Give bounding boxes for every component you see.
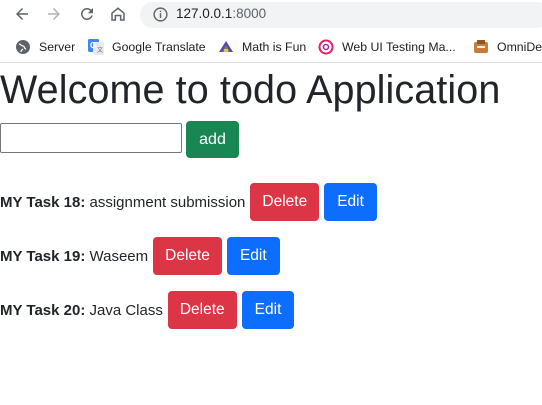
bookmark-server[interactable]: Server — [15, 38, 75, 56]
bookmark-label: Server — [39, 40, 76, 54]
delete-button[interactable]: Delete — [153, 237, 222, 275]
edit-button[interactable]: Edit — [226, 237, 280, 275]
task-text: MY Task 18: assignment submission — [0, 194, 245, 211]
forward-arrow-icon — [48, 8, 60, 20]
forward-button[interactable] — [43, 3, 65, 25]
bookmark-label: OmniDe — [497, 40, 542, 54]
svg-text:文: 文 — [97, 46, 103, 54]
task-prefix: MY Task 20: — [0, 301, 86, 319]
add-button[interactable]: add — [186, 121, 239, 158]
task-description: Waseem — [85, 247, 149, 265]
edit-button[interactable]: Edit — [324, 183, 377, 221]
bookmark-omnidev[interactable]: OmniDe — [473, 38, 542, 56]
task-description: assignment submission — [85, 193, 246, 211]
google-translate-icon: G文 — [88, 39, 104, 55]
svg-text:G: G — [90, 41, 96, 50]
bookmark-web-ui-testing[interactable]: Web UI Testing Ma... — [318, 38, 456, 56]
task-description: Java Class — [85, 301, 163, 319]
bookmarks-bar: Server G文 Google Translate Math is Fun W… — [0, 30, 542, 63]
bookmark-label: Web UI Testing Ma... — [342, 40, 456, 54]
task-prefix: MY Task 18: — [0, 193, 86, 211]
math-is-fun-icon — [219, 41, 233, 52]
url-text[interactable]: 127.0.0.1:8000 — [176, 6, 266, 21]
delete-button[interactable]: Delete — [167, 291, 237, 329]
reload-button[interactable] — [76, 3, 98, 25]
globe-icon — [16, 40, 30, 54]
home-icon — [111, 7, 125, 21]
back-button[interactable] — [11, 3, 33, 25]
page-title: Welcome to todo Application — [0, 68, 501, 112]
delete-button[interactable]: Delete — [250, 183, 320, 221]
reload-icon — [80, 7, 93, 20]
home-button[interactable] — [107, 3, 129, 25]
url-host: 127.0.0.1 — [176, 6, 233, 21]
task-input[interactable] — [0, 123, 182, 153]
info-icon[interactable] — [152, 6, 169, 23]
task-text: MY Task 20: Java Class — [0, 302, 163, 319]
task-text: MY Task 19: Waseem — [0, 248, 148, 265]
browser-toolbar: 127.0.0.1:8000 — [0, 0, 542, 30]
edit-button[interactable]: Edit — [241, 291, 295, 329]
back-arrow-icon — [16, 8, 28, 20]
bookmark-label: Google Translate — [112, 40, 206, 54]
bookmark-label: Math is Fun — [242, 40, 307, 54]
web-ui-testing-icon — [318, 39, 334, 55]
task-item: MY Task 18: assignment submission Delete… — [0, 183, 377, 221]
task-item: MY Task 19: Waseem Delete Edit — [0, 237, 280, 275]
bookmark-google-translate[interactable]: G文 Google Translate — [88, 38, 206, 56]
task-item: MY Task 20: Java Class Delete Edit — [0, 291, 295, 329]
omnidev-icon — [474, 40, 488, 53]
bookmark-math-is-fun[interactable]: Math is Fun — [218, 38, 306, 56]
url-port: :8000 — [232, 6, 267, 21]
page-content: Welcome to todo Application add MY Task … — [0, 63, 542, 405]
task-prefix: MY Task 19: — [0, 247, 86, 265]
